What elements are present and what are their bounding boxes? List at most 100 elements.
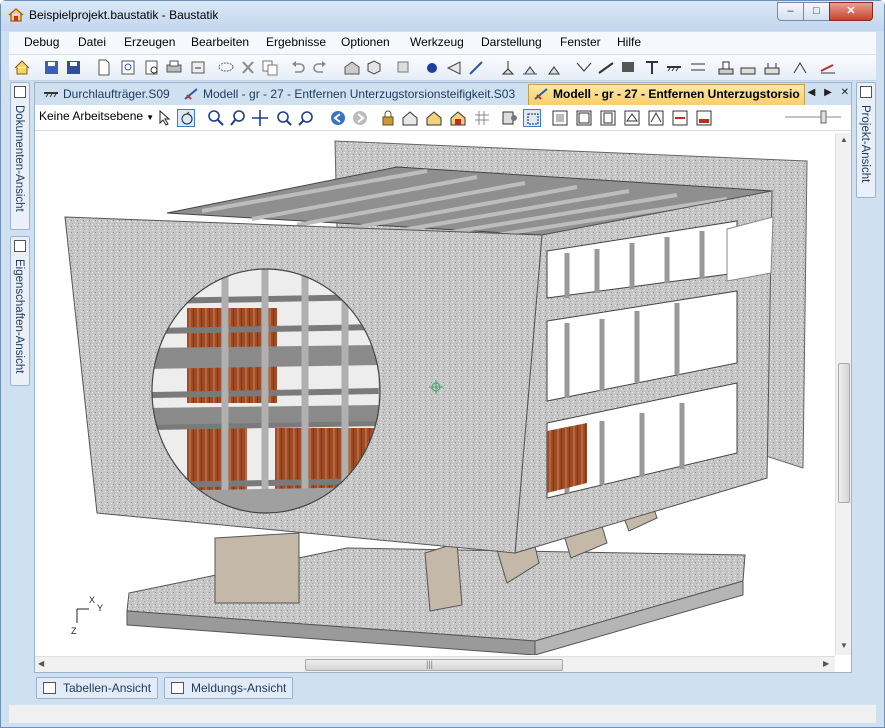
zoom-out-icon[interactable]	[297, 109, 315, 127]
load-icon[interactable]	[597, 59, 615, 76]
slab-icon[interactable]	[619, 59, 637, 76]
copy-icon[interactable]	[261, 59, 279, 76]
arrow-tool-icon[interactable]	[467, 59, 485, 76]
wall-icon[interactable]	[689, 59, 707, 76]
building-model-render[interactable]: X Y Z	[37, 133, 833, 655]
right-dock: Projekt-Ansicht	[855, 82, 877, 702]
table-icon	[43, 682, 56, 694]
view-persp-icon[interactable]	[647, 109, 665, 127]
support2-icon[interactable]	[521, 59, 539, 76]
zoom-window-icon[interactable]	[207, 109, 225, 127]
view-side-icon[interactable]	[599, 109, 617, 127]
menu-hilfe[interactable]: Hilfe	[617, 35, 641, 49]
work-plane-select[interactable]: Keine Arbeitsebene ▼	[39, 109, 154, 123]
menu-werkzeug[interactable]: Werkzeug	[410, 35, 464, 49]
tab-modell-s03[interactable]: Modell - gr - 27 - Entfernen Unterzugsto…	[179, 84, 527, 105]
tab-modell-active[interactable]: Modell - gr - 27 - Entfernen Unterzugsto…	[528, 84, 805, 105]
footing-icon[interactable]	[739, 59, 757, 76]
foundation-icon[interactable]	[717, 59, 735, 76]
horizontal-scrollbar[interactable]: ◀ ||| ▶	[35, 656, 835, 672]
column-icon[interactable]	[643, 59, 661, 76]
pan-icon[interactable]	[251, 109, 269, 127]
menu-bearbeiten[interactable]: Bearbeiten	[191, 35, 249, 49]
undo-icon[interactable]	[289, 59, 307, 76]
delete-icon[interactable]	[239, 59, 257, 76]
support-icon[interactable]	[499, 59, 517, 76]
vertical-scrollbar[interactable]: ▲ ▼	[835, 133, 851, 655]
properties-view-tab[interactable]: Eigenschaften-Ansicht	[10, 236, 30, 386]
properties-view-label: Eigenschaften-Ansicht	[13, 259, 25, 374]
grid-icon[interactable]	[473, 109, 491, 127]
view-front-icon[interactable]	[575, 109, 593, 127]
view-iso-icon[interactable]	[623, 109, 641, 127]
3d-viewport[interactable]: X Y Z	[37, 133, 833, 655]
new-document-icon[interactable]	[95, 59, 113, 76]
view-top-icon[interactable]	[551, 109, 569, 127]
load-line-icon[interactable]	[575, 59, 593, 76]
redo-icon[interactable]	[311, 59, 329, 76]
tab-durchlauftraeger[interactable]: Durchlaufträger.S09	[39, 84, 177, 105]
house-section-icon[interactable]	[449, 109, 467, 127]
print-icon[interactable]	[165, 59, 183, 76]
menu-datei[interactable]: Datei	[78, 35, 106, 49]
maximize-button[interactable]: □	[803, 2, 830, 21]
save-icon[interactable]	[65, 59, 83, 76]
home-icon[interactable]	[13, 59, 31, 76]
line-tool-icon[interactable]	[445, 59, 463, 76]
house-icon	[8, 8, 24, 22]
project-view-tab[interactable]: Projekt-Ansicht	[856, 82, 876, 198]
scroll-up-icon[interactable]: ▲	[840, 135, 848, 144]
menu-ergebnisse[interactable]: Ergebnisse	[266, 35, 326, 49]
print-preview-icon[interactable]	[143, 59, 161, 76]
tab-scroll-right-icon[interactable]: ▶	[824, 87, 832, 98]
annotate-icon[interactable]	[819, 59, 837, 76]
documents-icon	[14, 86, 26, 98]
close-tab-icon[interactable]: ✕	[841, 87, 849, 98]
rotate-view-icon[interactable]	[177, 109, 195, 127]
menu-optionen[interactable]: Optionen	[341, 35, 390, 49]
forward-icon[interactable]	[351, 109, 369, 127]
menu-erzeugen[interactable]: Erzeugen	[124, 35, 175, 49]
minimize-button[interactable]: ‒	[777, 2, 804, 21]
point-icon[interactable]	[423, 59, 441, 76]
lock-icon[interactable]	[379, 109, 397, 127]
scroll-left-icon[interactable]: ◀	[38, 659, 44, 668]
view-section-icon[interactable]	[671, 109, 689, 127]
messages-view-tab[interactable]: Meldungs-Ansicht	[164, 677, 294, 699]
preview-icon[interactable]	[119, 59, 137, 76]
menu-fenster[interactable]: Fenster	[560, 35, 601, 49]
axis-x-label: X	[89, 595, 95, 605]
render-mode-icon[interactable]	[501, 109, 519, 127]
node-icon[interactable]	[395, 59, 413, 76]
structure-icon[interactable]	[343, 59, 361, 76]
menu-debug[interactable]: Debug	[24, 35, 59, 49]
export-icon[interactable]	[189, 59, 207, 76]
menu-darstellung[interactable]: Darstellung	[481, 35, 542, 49]
zoom-slider[interactable]	[783, 110, 843, 124]
zoom-icon[interactable]	[229, 109, 247, 127]
cube-dropdown-icon[interactable]	[365, 59, 383, 76]
documents-view-tab[interactable]: Dokumenten-Ansicht	[10, 82, 30, 230]
dimension-icon[interactable]	[791, 59, 809, 76]
lasso-icon[interactable]	[217, 59, 235, 76]
wireframe-toggle-icon[interactable]	[523, 109, 541, 127]
vertical-scroll-thumb[interactable]	[838, 363, 850, 503]
menu-bar: Debug Datei Erzeugen Bearbeiten Ergebnis…	[9, 32, 876, 54]
cursor-icon[interactable]	[155, 109, 173, 127]
horizontal-scroll-thumb[interactable]: |||	[305, 659, 563, 671]
tab-scroll-left-icon[interactable]: ◀	[808, 87, 816, 98]
view-plan-icon[interactable]	[695, 109, 713, 127]
back-icon[interactable]	[329, 109, 347, 127]
save-all-icon[interactable]	[43, 59, 61, 76]
title-bar[interactable]: Beispielprojekt.baustatik - Baustatik ‒ …	[1, 1, 884, 31]
close-button[interactable]: ✕	[829, 2, 873, 21]
house-outline-icon[interactable]	[401, 109, 419, 127]
zoom-in-icon[interactable]	[275, 109, 293, 127]
support3-icon[interactable]	[545, 59, 563, 76]
beam-icon[interactable]	[665, 59, 683, 76]
scroll-right-icon[interactable]: ▶	[823, 659, 829, 668]
tables-view-tab[interactable]: Tabellen-Ansicht	[36, 677, 159, 699]
pile-icon[interactable]	[763, 59, 781, 76]
house-solid-icon[interactable]	[425, 109, 443, 127]
scroll-down-icon[interactable]: ▼	[840, 641, 848, 650]
